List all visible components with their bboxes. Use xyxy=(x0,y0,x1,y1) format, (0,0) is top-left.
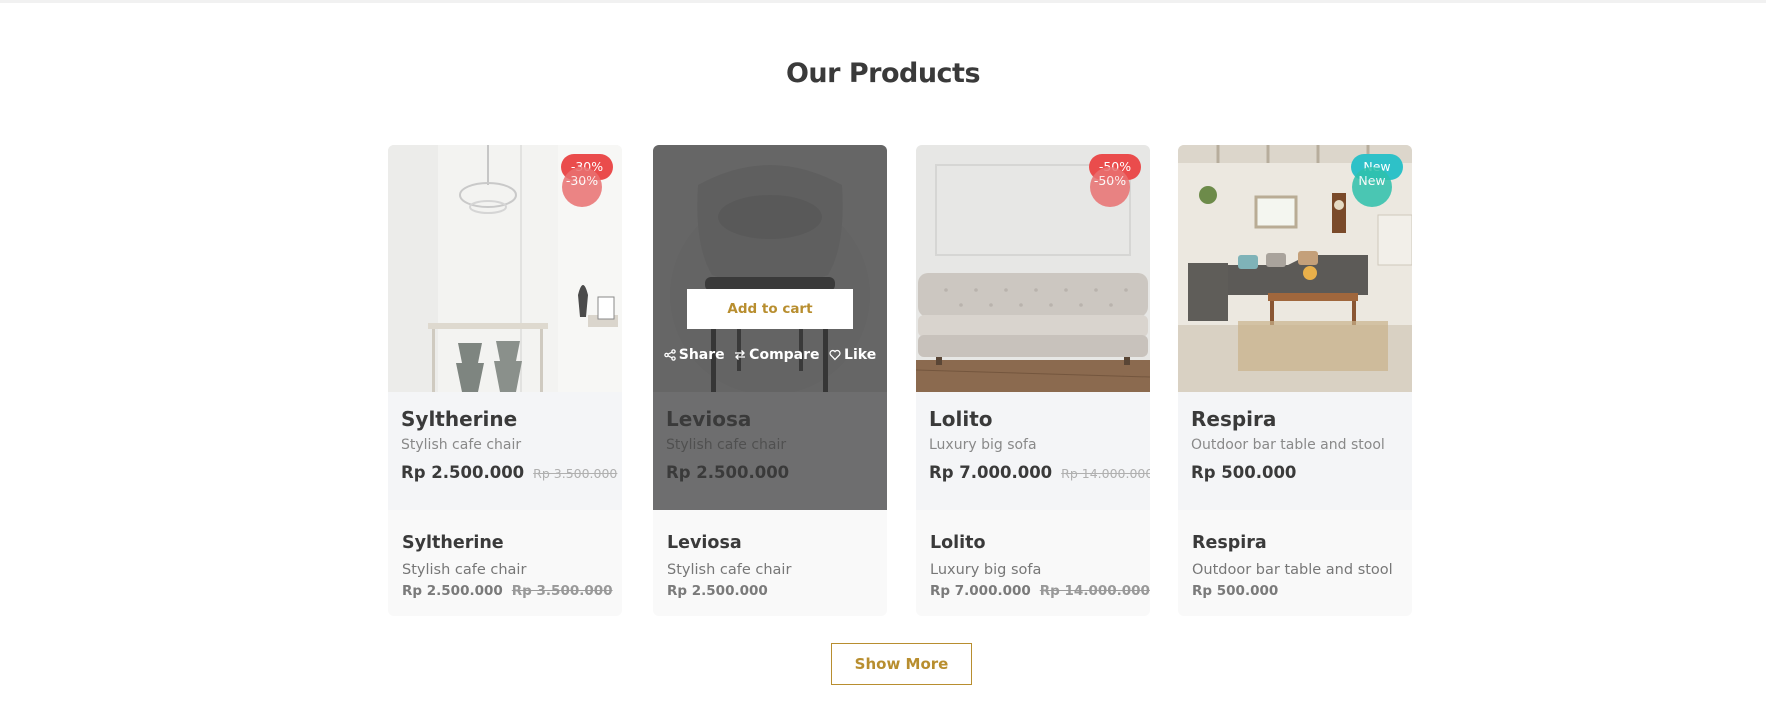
discount-badge-circle: -50% xyxy=(1090,167,1130,207)
product-card-syltherine[interactable]: -30% -30% Syltherine Stylish cafe chair … xyxy=(388,145,622,616)
product-name: Lolito xyxy=(929,407,993,431)
price-old: Rp 14.000.000 xyxy=(1039,583,1150,599)
product-name: Respira xyxy=(1191,407,1277,431)
product-card-lolito[interactable]: -50% -50% Lolito Luxury big sofa Rp 7.00… xyxy=(916,145,1150,616)
product-price: Rp 2.500.000 Rp 3.500.000 xyxy=(402,583,613,599)
product-name: Respira xyxy=(1192,533,1267,553)
price-old: Rp 3.500.000 xyxy=(533,466,618,481)
product-name: Syltherine xyxy=(402,533,504,553)
product-name: Syltherine xyxy=(401,407,518,431)
price-current: Rp 7.000.000 xyxy=(930,583,1031,599)
share-icon xyxy=(663,349,676,361)
product-price: Rp 500.000 xyxy=(1191,463,1296,482)
product-info-secondary: Syltherine Stylish cafe chair Rp 2.500.0… xyxy=(388,510,622,616)
product-name: Lolito xyxy=(930,533,986,553)
show-more-button[interactable]: Show More xyxy=(831,643,972,685)
product-subtitle: Stylish cafe chair xyxy=(402,562,527,578)
price-current: Rp 2.500.000 xyxy=(401,463,525,482)
product-card-respira[interactable]: New New Respira Outdoor bar table and st… xyxy=(1178,145,1412,616)
product-info-secondary: Lolito Luxury big sofa Rp 7.000.000 Rp 14… xyxy=(916,510,1150,616)
discount-badge-circle: -30% xyxy=(562,167,602,207)
top-divider xyxy=(0,0,1766,3)
product-subtitle: Stylish cafe chair xyxy=(401,437,522,453)
product-subtitle: Luxury big sofa xyxy=(929,437,1037,453)
price-old: Rp 14.000.000 xyxy=(1061,466,1150,481)
card-main: Leviosa Stylish cafe chair Rp 2.500.000 … xyxy=(653,145,887,510)
compare-button[interactable]: Compare xyxy=(734,347,820,363)
hover-overlay: Add to cart Share Compare Like xyxy=(653,145,887,510)
product-subtitle: Luxury big sofa xyxy=(930,562,1042,578)
product-info-secondary: Leviosa Stylish cafe chair Rp 2.500.000 xyxy=(653,510,887,616)
product-subtitle: Stylish cafe chair xyxy=(667,562,792,578)
product-price: Rp 2.500.000 xyxy=(667,583,768,599)
price-current: Rp 7.000.000 xyxy=(929,463,1053,482)
product-subtitle: Outdoor bar table and stool xyxy=(1192,562,1393,578)
product-price: Rp 7.000.000 Rp 14.000.000 xyxy=(930,583,1150,599)
price-current: Rp 500.000 xyxy=(1192,583,1279,599)
product-info: Syltherine Stylish cafe chair Rp 2.500.0… xyxy=(388,392,622,510)
add-to-cart-button[interactable]: Add to cart xyxy=(687,289,853,329)
like-label: Like xyxy=(844,347,877,363)
product-price: Rp 500.000 xyxy=(1192,583,1278,599)
new-badge-circle: New xyxy=(1352,167,1392,207)
like-button[interactable]: Like xyxy=(829,347,876,363)
card-actions: Share Compare Like xyxy=(653,347,887,363)
product-info: Lolito Luxury big sofa Rp 7.000.000 Rp 14… xyxy=(916,392,1150,510)
share-button[interactable]: Share xyxy=(663,347,725,363)
product-info: Respira Outdoor bar table and stool Rp 5… xyxy=(1178,392,1412,510)
card-main: -30% -30% Syltherine Stylish cafe chair … xyxy=(388,145,622,510)
price-old: Rp 3.500.000 xyxy=(511,583,613,599)
product-name: Leviosa xyxy=(667,533,742,553)
product-subtitle: Outdoor bar table and stool xyxy=(1191,437,1385,453)
heart-icon xyxy=(829,349,841,361)
compare-label: Compare xyxy=(749,347,820,363)
card-main: -50% -50% Lolito Luxury big sofa Rp 7.00… xyxy=(916,145,1150,510)
product-info-secondary: Respira Outdoor bar table and stool Rp 5… xyxy=(1178,510,1412,616)
card-main: New New Respira Outdoor bar table and st… xyxy=(1178,145,1412,510)
product-price: Rp 2.500.000 Rp 3.500.000 xyxy=(401,463,617,482)
section-title: Our Products xyxy=(785,58,981,89)
price-current: Rp 500.000 xyxy=(1191,463,1297,482)
product-price: Rp 7.000.000 Rp 14.000.000 xyxy=(929,463,1150,482)
product-card-leviosa[interactable]: Leviosa Stylish cafe chair Rp 2.500.000 … xyxy=(653,145,887,616)
share-label: Share xyxy=(678,347,725,363)
price-current: Rp 2.500.000 xyxy=(667,583,768,599)
compare-icon xyxy=(735,350,746,360)
price-current: Rp 2.500.000 xyxy=(402,583,503,599)
